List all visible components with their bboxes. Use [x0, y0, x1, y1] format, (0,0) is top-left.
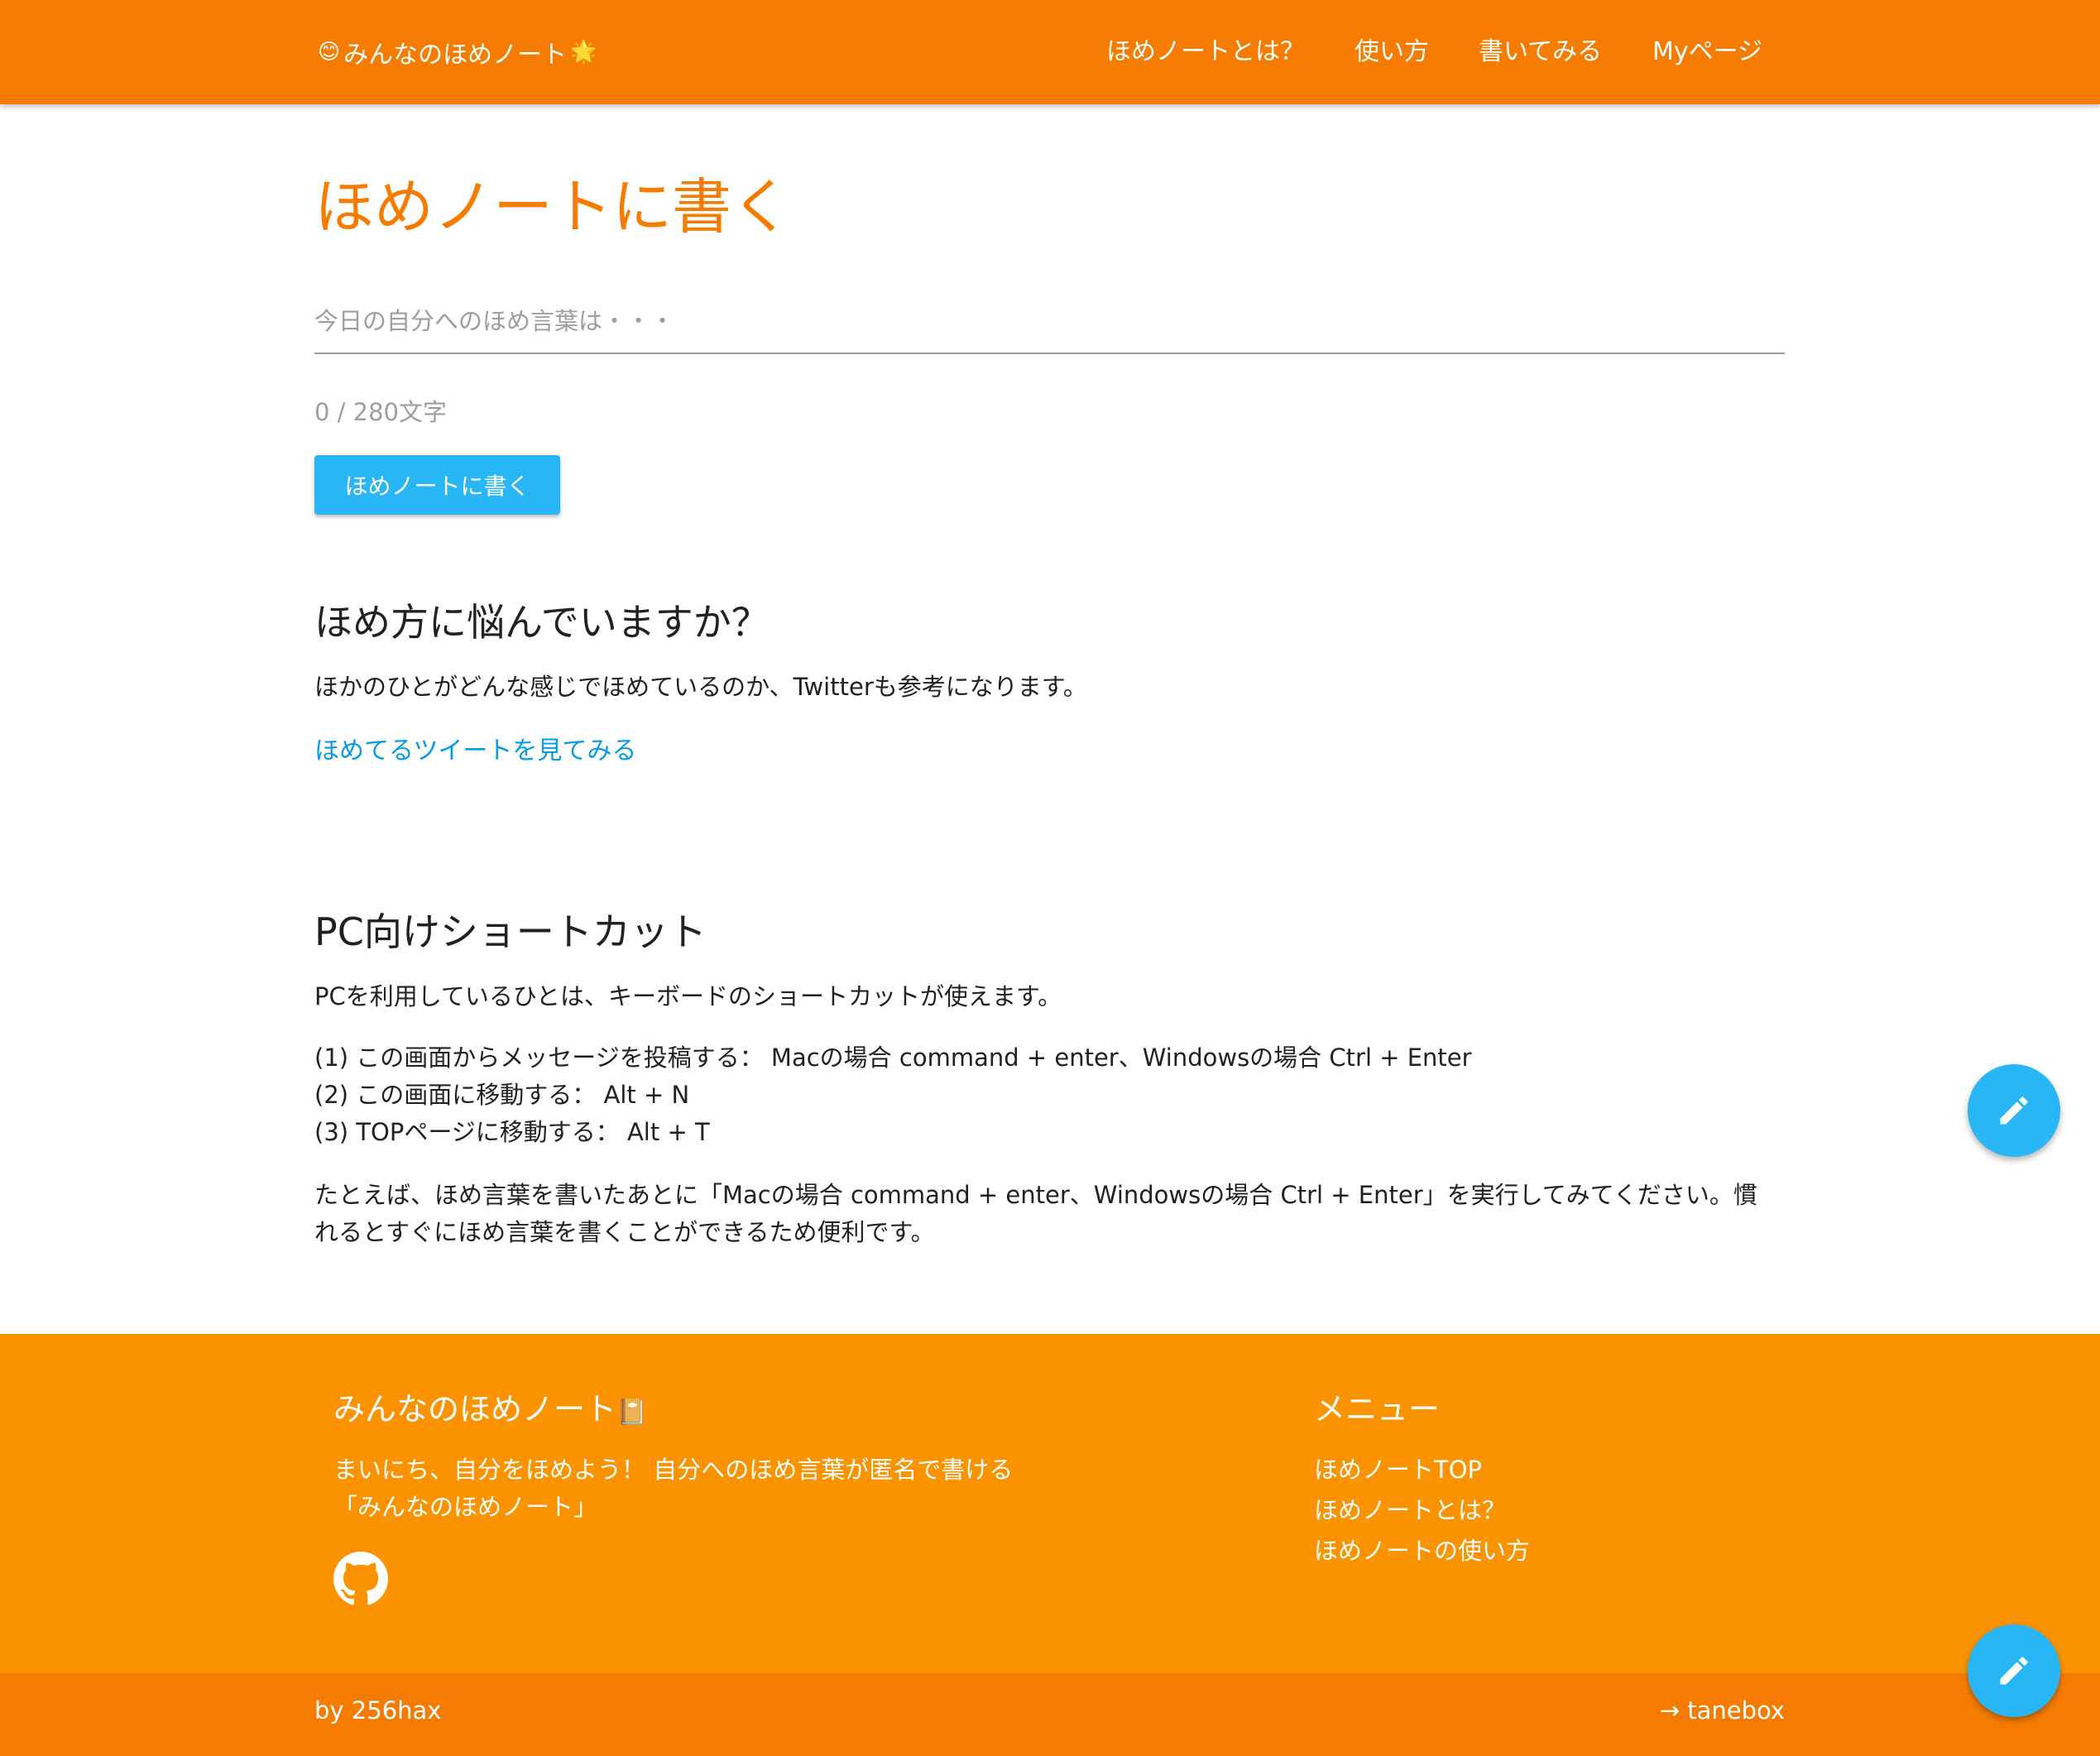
view-tweets-link[interactable]: ほめてるツイートを見てみる	[314, 730, 636, 766]
shortcut-list: (1) この画面からメッセージを投稿する： Macの場合 command + e…	[314, 1039, 1472, 1151]
shortcut-item: (3) TOPページに移動する： Alt + T	[314, 1118, 710, 1146]
footer-link-top[interactable]: ほめノートTOP	[1314, 1456, 1482, 1484]
footer-title-text: みんなのほめノート	[333, 1391, 617, 1427]
footer-link-usage[interactable]: ほめノートの使い方	[1314, 1537, 1530, 1565]
fab-write-button-bottom[interactable]	[1968, 1624, 2060, 1717]
smile-emoji-icon: 😊	[318, 40, 341, 65]
character-counter: 0 / 280文字	[314, 398, 448, 426]
github-icon[interactable]	[333, 1552, 388, 1606]
pencil-icon	[2000, 1096, 2028, 1125]
footer-link-about[interactable]: ほめノートとは？	[1314, 1496, 1506, 1524]
submit-praise-button[interactable]: ほめノートに書く	[314, 455, 560, 515]
brand-title: みんなのほめノート	[343, 41, 568, 70]
help-text: ほかのひとがどんな感じでほめているのか、Twitterも参考になります。	[314, 673, 1087, 701]
brand-logo[interactable]: 😊 みんなのほめノート 🌟	[314, 31, 600, 73]
notebook-emoji-icon: 📔	[616, 1398, 648, 1427]
nav-link-usage[interactable]: 使い方	[1354, 0, 1429, 104]
footer-menu-title: メニュー	[1314, 1391, 1441, 1427]
author-credit: by 256hax	[314, 1696, 442, 1725]
footer-copyright-bar: by 256hax → tanebox	[0, 1673, 2100, 1756]
star-emoji-icon: 🌟	[570, 40, 597, 65]
tanebox-link[interactable]: → tanebox	[1660, 1696, 1785, 1725]
shortcut-tip: たとえば、ほめ言葉を書いたあとに「Macの場合 command + enter、…	[314, 1181, 1757, 1246]
fab-write-button[interactable]	[1968, 1064, 2060, 1157]
help-heading: ほめ方に悩んでいますか？	[314, 600, 770, 645]
page-title: ほめノートに書く	[314, 172, 792, 242]
footer-description: まいにち、自分をほめよう！ 自分へのほめ言葉が匿名で書ける「みんなのほめノート」	[333, 1456, 1014, 1521]
top-navbar: 😊 みんなのほめノート 🌟 ほめノートとは？ 使い方 書いてみる Myページ	[0, 0, 2100, 104]
footer: みんなのほめノート📔 まいにち、自分をほめよう！ 自分へのほめ言葉が匿名で書ける…	[0, 1334, 2100, 1673]
shortcut-intro: PCを利用しているひとは、キーボードのショートカットが使えます。	[314, 982, 1062, 1010]
shortcut-item: (2) この画面に移動する： Alt + N	[314, 1081, 690, 1109]
shortcut-item: (1) この画面からメッセージを投稿する： Macの場合 command + e…	[314, 1044, 1472, 1072]
pencil-icon	[2000, 1657, 2028, 1685]
nav-link-write[interactable]: 書いてみる	[1479, 0, 1602, 104]
footer-menu: ほめノートTOP ほめノートとは？ ほめノートの使い方	[1314, 1451, 1530, 1573]
footer-title: みんなのほめノート📔	[333, 1384, 647, 1429]
praise-input[interactable]	[314, 290, 1785, 354]
shortcut-heading: PC向けショートカット	[314, 909, 707, 954]
nav-link-about[interactable]: ほめノートとは？	[1106, 0, 1305, 104]
nav-link-mypage[interactable]: Myページ	[1652, 0, 1762, 104]
